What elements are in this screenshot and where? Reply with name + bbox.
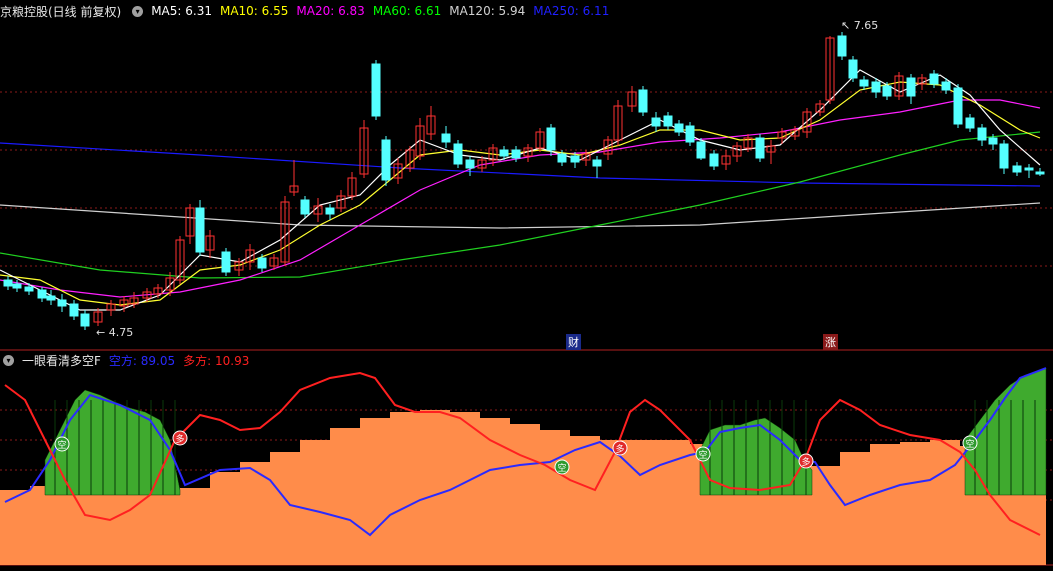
chart-stage: 空多空多空多空 (0, 32, 1053, 566)
badge-text: 空 (965, 438, 974, 450)
low-price-label: ← 4.75 (96, 326, 134, 339)
candle-down (300, 199, 310, 215)
candle-down (663, 115, 673, 127)
kong-signal-badge: 空 (554, 459, 570, 475)
financial-event-marker[interactable]: 财 (566, 334, 581, 350)
indicator-panel: 空多空多空多空 (0, 367, 1047, 565)
kong-signal-badge: 空 (962, 435, 978, 451)
candle-down (499, 149, 509, 157)
indicator-header: ▾ 一眼看清多空F 空方: 89.05 多方: 10.93 (0, 351, 257, 369)
badge-text: 多 (801, 456, 810, 468)
candle-down (453, 143, 463, 165)
duo-value-label: 多方: 10.93 (183, 353, 250, 368)
candle-down (929, 73, 939, 85)
candle-down (557, 153, 567, 163)
duo-signal-badge: 多 (172, 430, 188, 446)
candle-down (381, 139, 391, 181)
ma60-label: MA60: 6.61 (372, 4, 442, 18)
kong-value-label: 空方: 89.05 (108, 353, 176, 368)
candle-down (80, 313, 90, 327)
candle-down (638, 89, 648, 113)
candle-down (1024, 167, 1034, 171)
ma10-label: MA10: 6.55 (219, 4, 289, 18)
candle-down (837, 35, 847, 57)
ma5-label: MA5: 6.31 (151, 4, 212, 18)
ma120-label: MA120: 5.94 (449, 4, 526, 18)
candle-down (592, 159, 602, 167)
indicator-panel-menu-icon[interactable]: ▾ (3, 354, 14, 366)
candle-down (999, 143, 1009, 169)
main-panel-menu-icon[interactable]: ▾ (132, 5, 144, 17)
candle-down (570, 155, 580, 163)
candle-down (685, 125, 695, 143)
candle-down (257, 257, 267, 269)
candle-down (3, 279, 13, 287)
candle-down (1035, 171, 1045, 175)
badge-text: 多 (175, 433, 184, 445)
candle-down (977, 127, 987, 141)
limit-up-event-marker[interactable]: 涨 (823, 334, 838, 350)
candle-down (674, 123, 684, 133)
duo-signal-badge: 多 (798, 453, 814, 469)
candle-down (953, 87, 963, 125)
candle-down (755, 137, 765, 159)
candle-down (325, 207, 335, 215)
candle-down (988, 137, 998, 145)
candle-down (871, 81, 881, 93)
ma20-line (0, 99, 1041, 298)
duo-signal-badge: 多 (612, 440, 628, 456)
candle-down (882, 85, 892, 97)
candle-down (941, 81, 951, 91)
candle-down (46, 295, 56, 301)
badge-text: 空 (698, 449, 707, 461)
candle-down (221, 251, 231, 273)
badge-text: 多 (615, 443, 624, 455)
ma120-line (0, 202, 1041, 229)
candle-down (37, 289, 47, 299)
candle-down (441, 133, 451, 143)
low-price-value: 4.75 (108, 326, 134, 339)
main-header: 京粮控股(日线 前复权) ▾ MA5: 6.31 MA10: 6.55 MA20… (0, 2, 617, 20)
candle-down (371, 63, 381, 117)
ma20-label: MA20: 6.83 (296, 4, 365, 18)
kong-signal-badge: 空 (54, 436, 70, 452)
candle-down (195, 207, 205, 253)
candle-down (57, 299, 67, 307)
candle-down (546, 127, 556, 151)
badge-text: 空 (57, 439, 66, 451)
candle-down (696, 141, 706, 159)
high-price-value: 7.65 (853, 19, 879, 32)
ma250-line (0, 142, 1041, 187)
candle-down (511, 149, 521, 159)
candle-down (709, 153, 719, 167)
candle-down (965, 117, 975, 129)
badge-text: 空 (557, 462, 566, 474)
candle-down (906, 77, 916, 97)
candles (3, 32, 1045, 330)
high-price-label: ↖ 7.65 (841, 19, 879, 32)
candle-down (12, 283, 22, 289)
indicator-title: 一眼看清多空F (22, 353, 101, 368)
candle-down (651, 117, 661, 127)
candle-down (859, 79, 869, 87)
ma10-line (0, 81, 1041, 306)
ma-lines (0, 69, 1041, 311)
candle-down (1012, 165, 1022, 173)
ma250-label: MA250: 6.11 (533, 4, 610, 18)
candle-down (24, 286, 34, 292)
bear-histogram-3 (964, 367, 1047, 496)
candle-down (848, 59, 858, 79)
kong-signal-badge: 空 (695, 446, 711, 462)
candle-down (69, 303, 79, 317)
stock-title: 京粮控股(日线 前复权) (0, 4, 122, 19)
candle-down (465, 159, 475, 169)
